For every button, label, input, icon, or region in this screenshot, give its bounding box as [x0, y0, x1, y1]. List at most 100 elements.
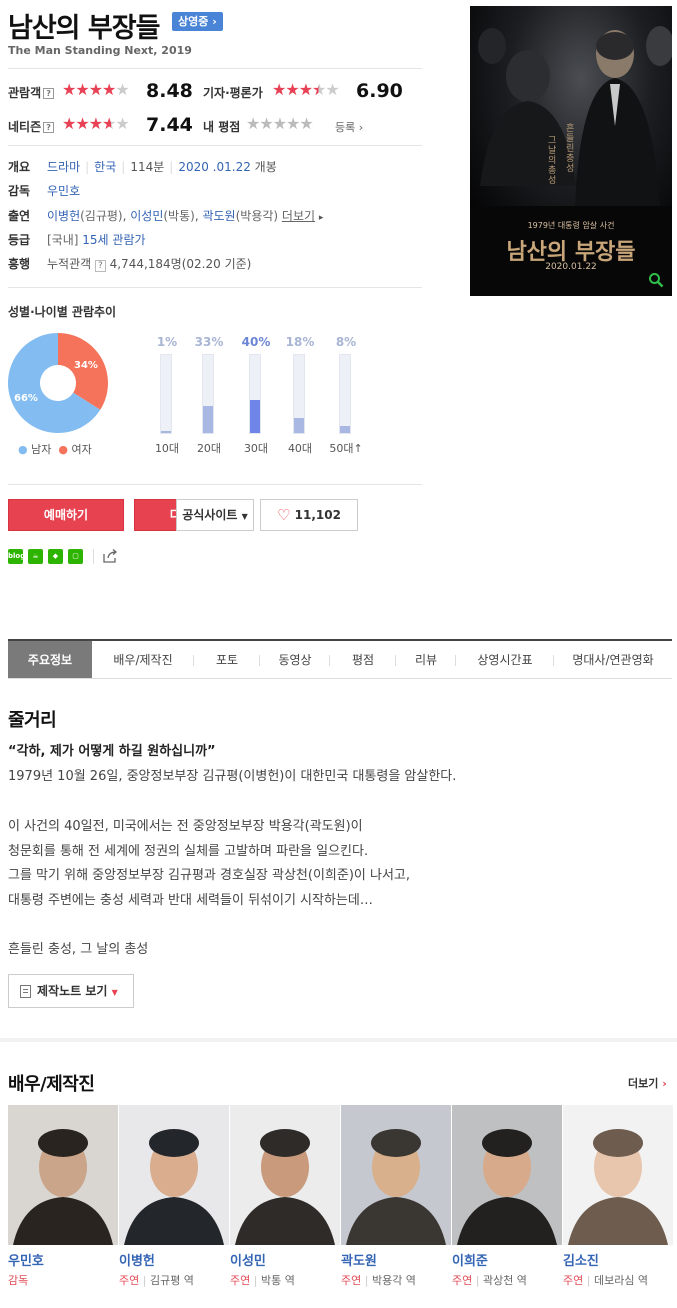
synopsis-line-3: 청문회를 통해 전 세계에 정권의 실체를 고발하며 파란을 일으킨다.: [8, 844, 369, 859]
cast-name[interactable]: 곽도원: [341, 1250, 377, 1269]
release-suffix: 개봉: [254, 160, 277, 174]
age-bar-label: 50대↑: [329, 442, 363, 455]
cast-more-link[interactable]: 더보기 ›: [628, 1075, 667, 1091]
synopsis-line-4: 그를 막기 위해 중앙정보부장 김규평과 경호실장 곽상천(이희준)이 나서고,: [8, 868, 411, 883]
register-rating-link[interactable]: 등록 ›: [335, 119, 363, 135]
male-legend-dot: ●: [18, 443, 28, 456]
age-bar-label: 20대: [196, 442, 222, 455]
status-badge[interactable]: 상영중 ›: [172, 12, 223, 31]
cast-name[interactable]: 이병헌: [119, 1250, 155, 1269]
cast-link-1[interactable]: 이병헌: [47, 209, 80, 223]
chevron-right-icon: ›: [662, 1077, 667, 1090]
rating-grade-link[interactable]: 15세 관람가: [82, 233, 145, 247]
cast-photo[interactable]: [230, 1105, 340, 1245]
divider: [8, 484, 422, 485]
audience-stars: ★★★★★: [62, 80, 130, 99]
cast-name[interactable]: 우민호: [8, 1250, 44, 1269]
age-bar-label: 10대: [154, 442, 180, 455]
cast-name[interactable]: 이희준: [452, 1250, 488, 1269]
cast-photo[interactable]: [341, 1105, 451, 1245]
caret-down-icon: ▼: [241, 512, 248, 521]
release-date-link[interactable]: 2020 .01.22: [178, 160, 251, 174]
poster-vertical-text-1: 흔들린 충성: [566, 124, 575, 174]
my-rating-stars[interactable]: ★★★★★: [246, 116, 314, 132]
cast-photo[interactable]: [8, 1105, 118, 1245]
tab-7[interactable]: 상영시간표: [456, 641, 554, 678]
official-site-button[interactable]: 공식사이트 ▼: [176, 499, 254, 531]
caret-down-icon: ▼: [111, 988, 118, 997]
divider: [8, 287, 422, 288]
rating-grade-value: [국내] 15세 관람가: [47, 233, 146, 247]
age-bar-track: [249, 354, 261, 434]
share-icon[interactable]: [102, 548, 118, 564]
help-icon[interactable]: ?: [95, 260, 106, 272]
female-pct-label: 34%: [74, 360, 98, 371]
age-bar: [203, 406, 213, 433]
age-bar-pct-label: 1%: [156, 335, 178, 349]
female-legend-label: 여자: [71, 443, 92, 456]
poster-tagline: 1979년 대통령 암살 사건: [527, 221, 615, 230]
cast-photo[interactable]: [452, 1105, 562, 1245]
cast-photo[interactable]: [563, 1105, 673, 1245]
document-icon: [20, 985, 31, 998]
cast-value: 이병헌(김규평), 이성민(박통), 곽도원(박용각) 더보기 ▸: [47, 209, 324, 223]
cast-more-link[interactable]: 더보기: [282, 209, 315, 223]
cast-name[interactable]: 김소진: [563, 1250, 599, 1269]
genre-link[interactable]: 드라마: [47, 160, 80, 174]
blog-share-icon[interactable]: blog: [8, 549, 25, 564]
cast-photo[interactable]: [119, 1105, 229, 1245]
age-bar-label: 30대: [243, 442, 269, 455]
age-bar-label: 40대: [287, 442, 313, 455]
tab-8[interactable]: 명대사/연관영화: [554, 641, 672, 678]
cast-link-2[interactable]: 이성민: [130, 209, 163, 223]
age-bar-pct-label: 18%: [285, 335, 315, 349]
help-icon[interactable]: ?: [43, 88, 55, 99]
male-pct-label: 66%: [14, 393, 38, 404]
age-bar-track: [293, 354, 305, 434]
tab-1[interactable]: 주요정보: [8, 641, 92, 678]
tab-3[interactable]: 포토: [194, 641, 260, 678]
age-bar: [340, 426, 350, 433]
age-bar: [161, 431, 171, 433]
male-legend-label: 남자: [31, 443, 52, 456]
cafe-share-icon[interactable]: ☕: [28, 549, 43, 564]
synopsis-heading: 줄거리: [8, 710, 57, 731]
movie-poster[interactable]: 흔들린 충성 그 날의 총성 1979년 대통령 암살 사건 남산의 부장들 2…: [470, 6, 672, 296]
tab-2[interactable]: 배우/제작진: [92, 641, 194, 678]
cast-role: 감독: [8, 1274, 29, 1287]
synopsis-line-1: 1979년 10월 26일, 중앙정보부장 김규평(이병헌)이 대한민국 대통령…: [8, 769, 457, 784]
cast-role: 주연 | 곽상천 역: [452, 1274, 527, 1287]
age-bar-track: [202, 354, 214, 434]
production-notes-label: 제작노트 보기: [37, 984, 108, 998]
cast-name[interactable]: 이성민: [230, 1250, 266, 1269]
like-button[interactable]: ♡ 11,102: [260, 499, 358, 531]
help-icon[interactable]: ?: [43, 122, 55, 133]
memo-share-icon[interactable]: ▢: [68, 549, 83, 564]
gender-donut-chart: 34% 66%: [7, 333, 108, 433]
reserve-button[interactable]: 예매하기: [8, 499, 124, 531]
cast-link-3[interactable]: 곽도원: [202, 209, 235, 223]
tab-4[interactable]: 동영상: [260, 641, 330, 678]
synopsis-quote: “각하, 제가 어떻게 하길 원하십니까”: [8, 744, 216, 759]
chevron-right-icon: ›: [212, 15, 217, 28]
age-bar: [294, 418, 304, 433]
like-count: 11,102: [294, 508, 341, 522]
tab-6[interactable]: 리뷰: [396, 641, 456, 678]
age-bar-track: [339, 354, 351, 434]
production-notes-button[interactable]: 제작노트 보기 ▼: [8, 974, 134, 1008]
bookmark-share-icon[interactable]: ◆: [48, 549, 63, 564]
synopsis-line-2: 이 사건의 40일전, 미국에서는 전 중앙정보부장 박용각(곽도원)이: [8, 819, 363, 834]
divider: [93, 549, 94, 564]
runtime: 114분: [130, 160, 165, 174]
tab-5[interactable]: 평점: [330, 641, 396, 678]
female-legend-dot: ●: [58, 443, 68, 456]
divider: [8, 145, 422, 146]
director-label: 감독: [8, 184, 31, 198]
cast-label: 출연: [8, 209, 31, 223]
director-link[interactable]: 우민호: [47, 182, 80, 199]
synopsis-line-5: 대통령 주변에는 충성 세력과 반대 세력들이 뒤섞이기 시작하는데…: [8, 893, 373, 908]
heart-icon: ♡: [277, 506, 291, 524]
country-link[interactable]: 한국: [94, 160, 116, 174]
poster-date: 2020.01.22: [545, 262, 597, 272]
zoom-icon[interactable]: [648, 272, 664, 288]
